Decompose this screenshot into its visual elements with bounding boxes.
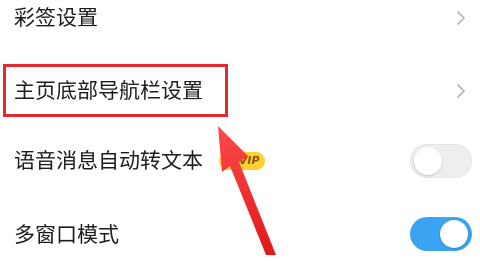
multi-window-toggle[interactable] (410, 217, 472, 251)
svip-badge: SVIP (219, 152, 265, 170)
settings-item-label: 多窗口模式 (14, 223, 119, 247)
toggle-knob (414, 147, 442, 175)
voice-to-text-toggle[interactable] (410, 144, 472, 178)
settings-item-color-tags[interactable]: 彩签设置 (0, 0, 480, 50)
toggle-knob (440, 220, 468, 248)
settings-item-label: 语音消息自动转文本 (14, 149, 203, 173)
highlight-box (3, 64, 228, 117)
settings-item-voice-to-text: 语音消息自动转文本 SVIP (0, 130, 480, 192)
settings-item-label: 彩签设置 (14, 6, 98, 30)
settings-list: 彩签设置 主页底部导航栏设置 语音消息自动转文本 SVIP 多窗口模式 (0, 0, 480, 261)
settings-item-multi-window: 多窗口模式 (0, 199, 480, 261)
chevron-right-icon (457, 84, 465, 98)
chevron-right-icon (457, 11, 465, 25)
